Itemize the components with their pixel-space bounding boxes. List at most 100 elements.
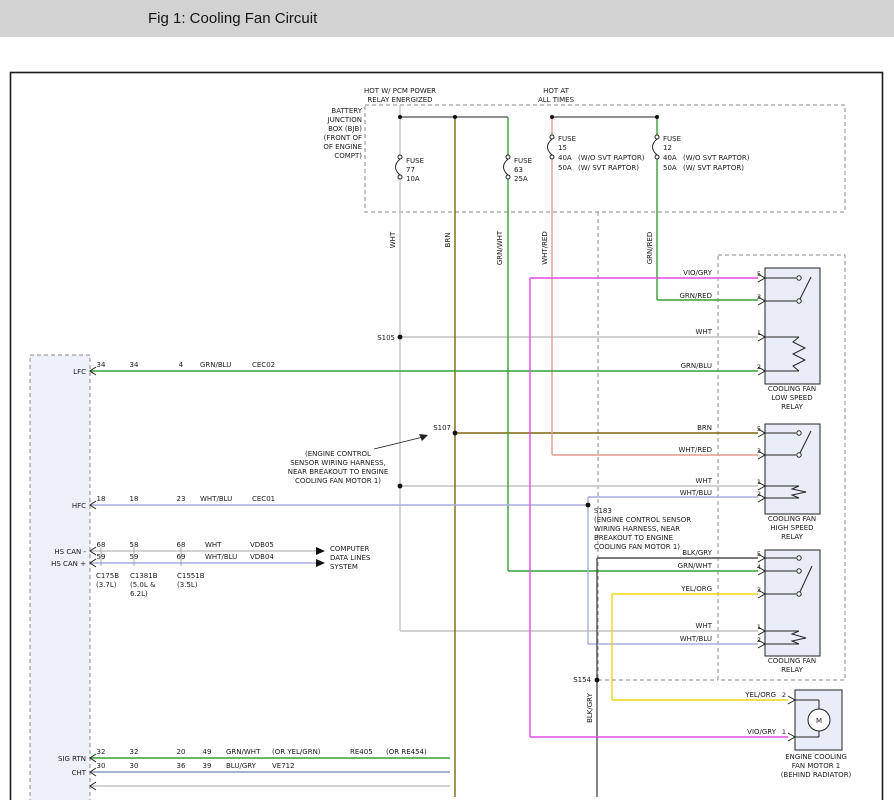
hot-pcm-label-1: HOT W/ PCM POWER	[364, 87, 436, 95]
hfc-pin-col: 18	[97, 495, 106, 503]
computer-data-lines-label: DATA LINES	[330, 554, 371, 562]
hfc-wire-label: WHT/BLU	[200, 495, 232, 503]
sig-rtn-pin-col: 49	[203, 748, 212, 756]
relay-high-name: COOLING FAN	[768, 515, 816, 523]
wht-vertical-label: WHT	[389, 231, 397, 248]
fuse-12-amps-2-note: (W/ SVT RAPTOR)	[683, 164, 744, 172]
cht-pin-col: 39	[203, 762, 212, 770]
s183-note: BREAKOUT TO ENGINE	[594, 534, 673, 542]
connector-label: C175B	[96, 572, 119, 580]
hot-pcm-label-2: RELAY ENERGIZED	[367, 96, 432, 104]
pin-number: 2	[757, 490, 761, 498]
can-plus-pin-col: 69	[177, 553, 186, 561]
pin-number: 2	[782, 691, 786, 699]
cht-pin-col: 30	[97, 762, 106, 770]
wire-label: WHT	[696, 328, 713, 336]
relay-fan-name: COOLING FAN	[768, 657, 816, 665]
s183-note: S183	[594, 507, 612, 515]
bjb-label: (FRONT OF	[324, 134, 362, 142]
s107-note: SENSOR WIRING HARNESS,	[290, 459, 386, 467]
can-plus-pin-col: 59	[130, 553, 139, 561]
bjb-label: JUNCTION	[327, 116, 362, 124]
grn-red-vertical-label: GRN/RED	[646, 232, 654, 265]
lfc-pin-col: 34	[97, 361, 106, 369]
wht-red-vertical-label: WHT/RED	[541, 231, 549, 265]
wire-label: WHT	[696, 477, 713, 485]
grn-wht-vertical-label: GRN/WHT	[496, 230, 504, 265]
connector-label: C1381B	[130, 572, 158, 580]
splice-s154-label: S154	[573, 676, 591, 684]
bjb-label: OF ENGINE	[323, 143, 362, 151]
pin-number: 3	[757, 293, 761, 301]
wire-label: WHT/RED	[679, 446, 713, 454]
motor-symbol-letter: M	[816, 717, 822, 725]
can-minus-wire-label: WHT	[205, 541, 222, 549]
fuse-15-symbol	[550, 155, 554, 159]
sig-rtn-pin-col: 32	[97, 748, 106, 756]
blk-gry-vertical-label: BLK/GRY	[586, 692, 594, 722]
s183-note: WIRING HARNESS, NEAR	[594, 525, 680, 533]
wire-label: GRN/RED	[679, 292, 712, 300]
fuse-15-amps-1-note: (W/O SVT RAPTOR)	[578, 154, 645, 162]
pin-number: 1	[757, 623, 761, 631]
relay-fan-name: RELAY	[781, 666, 804, 674]
splice-s107-dot	[453, 431, 458, 436]
fuse-15-number: 15	[558, 144, 567, 152]
wire-label: WHT	[696, 622, 713, 630]
cht-circuit-label: VE712	[272, 762, 295, 770]
pin-number: 4	[757, 563, 761, 571]
can-plus-pin-col: 59	[97, 553, 106, 561]
cht-pin-col: 30	[130, 762, 139, 770]
sig-rtn-wire-alt-label: (OR YEL/GRN)	[272, 748, 321, 756]
splice-s105-label: S105	[377, 334, 395, 342]
sig-rtn-pin-col: 32	[130, 748, 139, 756]
cht-wire-label: BLU/GRY	[226, 762, 257, 770]
hfc-circuit-label: CEC01	[252, 495, 275, 503]
pcm-pin-sig-rtn: SIG RTN	[58, 755, 86, 763]
connector-label: 6.2L)	[130, 590, 148, 598]
pcm-pin-can-plus: HS CAN +	[51, 560, 86, 568]
can-minus-pin-col: 68	[177, 541, 186, 549]
s183-note: COOLING FAN MOTOR 1)	[594, 543, 680, 551]
motor-name: ENGINE COOLING	[785, 753, 847, 761]
wire-label: YEL/ORG	[744, 691, 776, 699]
fuse-12-number: 12	[663, 144, 672, 152]
lfc-pin-col: 4	[179, 361, 184, 369]
fuse-12-amps-2: 50A	[663, 164, 677, 172]
wire-label: WHT/BLU	[680, 635, 712, 643]
relay-high-name: RELAY	[781, 533, 804, 541]
sig-rtn-circuit-label: RE405	[350, 748, 373, 756]
wire-label: BRN	[697, 424, 712, 432]
pcm-pin-cht: CHT	[72, 769, 87, 777]
fuse-12-amps-1: 40A	[663, 154, 677, 162]
can-minus-pin-col: 68	[97, 541, 106, 549]
s107-note: (ENGINE CONTROL	[305, 450, 371, 458]
can-minus-pin-col: 58	[130, 541, 139, 549]
sig-rtn-wire-label: GRN/WHT	[226, 748, 261, 756]
relay-low-speed-box	[765, 268, 820, 384]
pcm-pin-can-minus: HS CAN -	[54, 548, 86, 556]
lfc-pin-col: 34	[130, 361, 139, 369]
wire-label: WHT/BLU	[680, 489, 712, 497]
relay-low-contact-point	[797, 276, 801, 280]
fuse-77-number: 77	[406, 166, 415, 174]
fuse-77-symbol	[398, 155, 402, 159]
fuse-63-number: 63	[514, 166, 523, 174]
splice-s154-dot	[595, 678, 600, 683]
hot-at-all-times-label-1: HOT AT	[543, 87, 570, 95]
pcm-box	[30, 355, 90, 800]
brn-vertical-label: BRN	[444, 233, 452, 248]
junction-dot	[453, 115, 457, 119]
relay-high-contact-point	[797, 453, 801, 457]
lfc-circuit-label: CEC02	[252, 361, 275, 369]
relay-high-contact-point	[797, 431, 801, 435]
fuse-15-amps-1: 40A	[558, 154, 572, 162]
lfc-wire-label: GRN/BLU	[200, 361, 231, 369]
wire-label: VIO/GRY	[683, 269, 713, 277]
fuse-12-symbol	[655, 135, 659, 139]
relay-fan-contact-point	[797, 592, 801, 596]
bjb-label: BOX (BJB)	[328, 125, 362, 133]
pin-number: 5	[757, 550, 761, 558]
fuse-63-label: FUSE	[514, 157, 532, 165]
fuse-63-symbol	[506, 155, 510, 159]
